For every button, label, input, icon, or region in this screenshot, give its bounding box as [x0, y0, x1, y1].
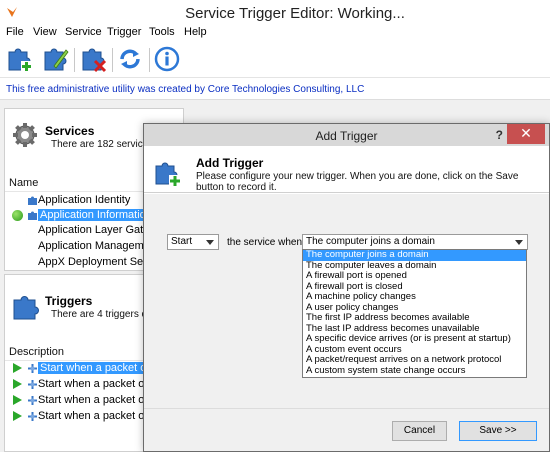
dropdown-option[interactable]: A firewall port is opened [303, 270, 526, 282]
chevron-down-icon [206, 240, 214, 245]
running-status-icon [12, 210, 23, 221]
triggers-column-description[interactable]: Description [9, 346, 64, 358]
close-button[interactable]: ✕ [507, 124, 545, 144]
event-dropdown-list: The computer joins a domain The computer… [302, 249, 527, 378]
menu-bar: File View Service Trigger Tools Help [0, 24, 550, 42]
services-column-name[interactable]: Name [9, 177, 38, 189]
info-bar: This free administrative utility was cre… [0, 78, 550, 100]
menu-trigger[interactable]: Trigger [107, 26, 141, 38]
dialog-header-title: Add Trigger [196, 156, 264, 170]
network-icon [28, 412, 37, 421]
menu-service[interactable]: Service [65, 26, 102, 38]
puzzle-icon [28, 211, 37, 220]
puzzle-icon [28, 196, 37, 205]
window-title: Service Trigger Editor: Working... [185, 5, 405, 22]
title-bar: Service Trigger Editor: Working... [0, 0, 550, 24]
puzzle-icon [13, 296, 39, 320]
dialog-title-bar: Add Trigger ? ✕ [144, 124, 549, 146]
triggers-title: Triggers [45, 294, 93, 308]
dropdown-option[interactable]: The first IP address becomes available [303, 312, 526, 324]
edit-trigger-icon[interactable] [40, 44, 70, 74]
dialog-header: Add Trigger Please configure your new tr… [144, 146, 549, 193]
service-name: AppX Deployment Servic [38, 256, 161, 268]
network-icon [28, 396, 37, 405]
add-trigger-icon [155, 162, 181, 187]
start-trigger-icon [13, 379, 22, 389]
delete-trigger-icon[interactable] [78, 44, 108, 74]
dialog-header-description: Please configure your new trigger. When … [196, 171, 519, 193]
refresh-icon[interactable] [115, 44, 145, 74]
save-button[interactable]: Save >> [459, 421, 537, 441]
network-icon [28, 364, 37, 373]
start-trigger-icon [13, 411, 22, 421]
toolbar [0, 42, 550, 78]
dropdown-option[interactable]: A machine policy changes [303, 291, 526, 303]
services-count: There are 182 services. [51, 139, 157, 150]
network-icon [28, 380, 37, 389]
menu-tools[interactable]: Tools [149, 26, 175, 38]
start-trigger-icon [13, 363, 22, 373]
service-name: Application Management [38, 240, 160, 252]
add-trigger-icon[interactable] [4, 44, 34, 74]
credit-text: This free administrative utility was cre… [6, 84, 365, 95]
dialog-footer: Cancel Save >> [144, 408, 549, 451]
dropdown-option[interactable]: A specific device arrives (or is present… [303, 333, 526, 345]
menu-help[interactable]: Help [184, 26, 207, 38]
help-button[interactable]: ? [496, 128, 503, 142]
toolbar-separator [112, 48, 113, 72]
event-value: The computer joins a domain [306, 236, 435, 247]
triggers-count: There are 4 triggers def [51, 309, 156, 320]
action-value: Start [171, 236, 193, 247]
gear-icon [13, 123, 37, 147]
cancel-button[interactable]: Cancel [392, 421, 447, 441]
service-name: Application Identity [38, 194, 131, 206]
service-name: Application Information [38, 209, 154, 221]
dropdown-option[interactable]: A packet/request arrives on a network pr… [303, 354, 526, 366]
toolbar-separator [149, 48, 150, 72]
action-select[interactable]: Start [167, 234, 219, 250]
start-trigger-icon [13, 395, 22, 405]
dropdown-option[interactable]: A custom system state change occurs [303, 365, 526, 377]
dropdown-option[interactable]: The computer joins a domain [303, 249, 526, 261]
when-label: the service when: [227, 237, 305, 248]
toolbar-separator [74, 48, 75, 72]
menu-view[interactable]: View [33, 26, 57, 38]
dialog-title: Add Trigger [315, 129, 378, 143]
chevron-down-icon [515, 240, 523, 245]
menu-file[interactable]: File [6, 26, 24, 38]
about-icon[interactable] [152, 44, 182, 74]
event-select[interactable]: The computer joins a domain [302, 234, 528, 250]
services-title: Services [45, 124, 95, 138]
